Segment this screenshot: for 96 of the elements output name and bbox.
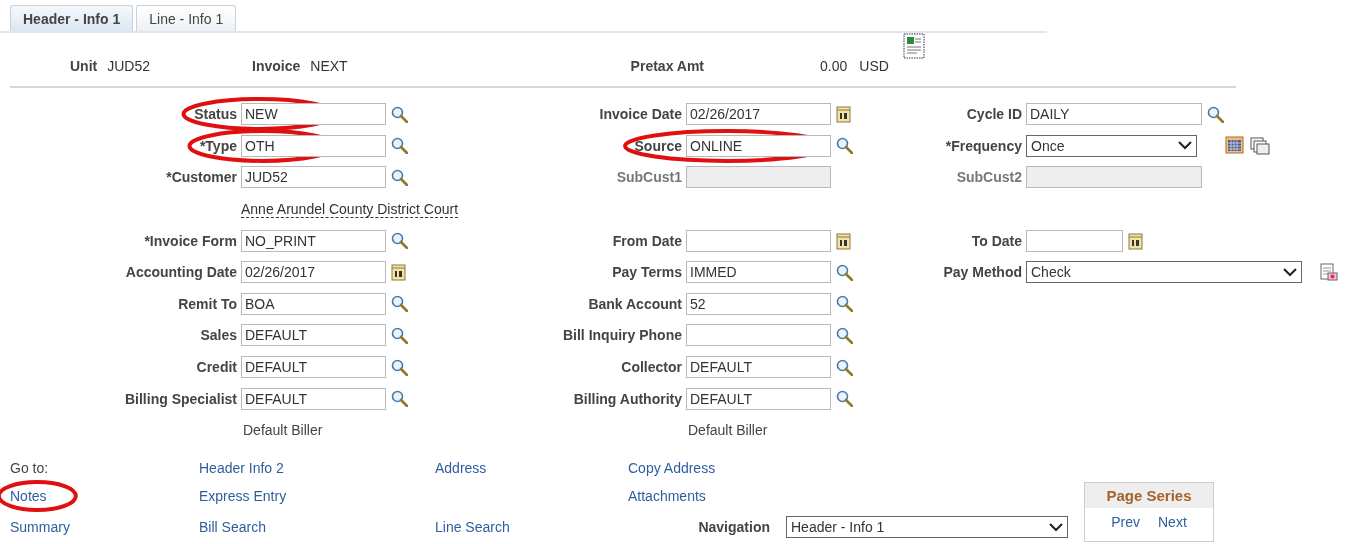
- field-label: Status: [194, 106, 237, 123]
- dropdown[interactable]: Once: [1026, 134, 1197, 157]
- text-field[interactable]: DEFAULT: [241, 387, 386, 410]
- field-label: *Type: [199, 137, 237, 154]
- goto-link[interactable]: Bill Search: [199, 519, 266, 535]
- text-field[interactable]: [686, 324, 831, 347]
- biller-note: Default Biller: [242, 422, 323, 439]
- calendar-icon[interactable]: [391, 263, 407, 282]
- field-label: Remit To: [178, 295, 237, 312]
- calendar-grid-icon[interactable]: [1225, 136, 1245, 156]
- field-label: SubCust1: [616, 169, 682, 186]
- date-field[interactable]: 02/26/2017: [241, 261, 386, 284]
- goto-link[interactable]: Copy Address: [628, 460, 716, 476]
- search-icon[interactable]: [836, 137, 853, 155]
- search-icon[interactable]: [391, 168, 408, 186]
- payment-document-icon[interactable]: [1320, 262, 1338, 282]
- field-label: Credit: [196, 359, 237, 375]
- search-icon[interactable]: [391, 137, 408, 155]
- text-field[interactable]: OTH: [241, 134, 386, 157]
- prev-link[interactable]: Prev: [1111, 514, 1140, 530]
- goto-link[interactable]: Express Entry: [199, 488, 287, 504]
- search-icon[interactable]: [391, 358, 408, 376]
- biller-note: Default Biller: [687, 422, 768, 439]
- navigation-dropdown[interactable]: Header - Info 1: [786, 516, 1068, 538]
- text-field[interactable]: JUD52: [241, 166, 386, 189]
- search-icon[interactable]: [836, 358, 853, 376]
- field-label: From Date: [612, 232, 682, 249]
- copy-icon[interactable]: [1250, 136, 1270, 155]
- pretax-amount: 0.00: [820, 57, 848, 74]
- next-link[interactable]: Next: [1158, 514, 1187, 530]
- search-icon[interactable]: [391, 105, 408, 123]
- field-label: *Invoice Form: [144, 232, 237, 249]
- field-label: To Date: [971, 232, 1022, 249]
- field-label: Billing Authority: [573, 390, 682, 407]
- pretax-label: Pretax Amt: [630, 57, 704, 74]
- search-icon[interactable]: [836, 263, 853, 281]
- currency: USD: [859, 57, 889, 74]
- field-label: Invoice Date: [599, 106, 682, 123]
- unit-label: Unit: [70, 57, 98, 74]
- tab[interactable]: Header - Info 1: [10, 5, 134, 31]
- goto-link[interactable]: Line Search: [435, 519, 510, 535]
- text-field[interactable]: DEFAULT: [241, 356, 386, 378]
- date-field[interactable]: 02/26/2017: [686, 103, 831, 126]
- search-icon[interactable]: [391, 232, 408, 250]
- chevron-down-icon: [1283, 267, 1297, 277]
- field-label: Accounting Date: [125, 264, 237, 281]
- text-field[interactable]: DEFAULT: [241, 324, 386, 347]
- customer-name-link[interactable]: Anne Arundel County District Court: [241, 200, 459, 218]
- field-label: Pay Method: [943, 264, 1022, 281]
- search-icon[interactable]: [1207, 105, 1224, 123]
- field-label: SubCust2: [956, 169, 1022, 186]
- search-icon[interactable]: [391, 390, 408, 408]
- field-label: Sales: [200, 327, 237, 344]
- goto-link[interactable]: Summary: [10, 519, 70, 535]
- invoice-label: Invoice: [252, 57, 301, 74]
- goto-link[interactable]: Attachments: [628, 488, 706, 504]
- goto-label: Go to:: [10, 460, 49, 476]
- text-field[interactable]: NEW: [241, 103, 386, 126]
- search-icon[interactable]: [836, 326, 853, 344]
- unit-value: JUD52: [107, 57, 150, 74]
- calendar-icon[interactable]: [1128, 231, 1144, 250]
- search-icon[interactable]: [836, 390, 853, 408]
- text-field[interactable]: DEFAULT: [686, 356, 831, 378]
- tab[interactable]: Line - Info 1: [136, 5, 237, 31]
- calendar-icon[interactable]: [836, 231, 852, 250]
- search-icon[interactable]: [391, 326, 408, 344]
- text-field[interactable]: ONLINE: [686, 134, 831, 157]
- invoice-document-icon[interactable]: [902, 33, 925, 59]
- search-icon[interactable]: [836, 295, 853, 313]
- goto-link[interactable]: Header Info 2: [199, 460, 284, 476]
- text-field[interactable]: DAILY: [1026, 103, 1202, 126]
- chevron-down-icon: [1178, 141, 1192, 151]
- field-label: Billing Specialist: [124, 390, 237, 407]
- field-label: Source: [634, 137, 682, 154]
- chevron-down-icon: [1049, 522, 1063, 532]
- field-label: Cycle ID: [966, 106, 1022, 123]
- text-field[interactable]: BOA: [241, 292, 386, 315]
- dropdown[interactable]: Check: [1026, 261, 1302, 284]
- field-label: *Frequency: [945, 137, 1022, 154]
- field-label: Pay Terms: [612, 264, 682, 281]
- text-field[interactable]: NO_PRINT: [241, 229, 386, 252]
- text-field[interactable]: IMMED: [686, 261, 831, 284]
- date-field[interactable]: [686, 229, 831, 252]
- text-field[interactable]: 52: [686, 292, 831, 315]
- field-label: Bill Inquiry Phone: [563, 327, 682, 344]
- field-label: Bank Account: [588, 295, 682, 312]
- text-field[interactable]: DEFAULT: [686, 387, 831, 410]
- field-label: *Customer: [166, 169, 237, 186]
- goto-link[interactable]: Address: [435, 460, 487, 476]
- page-series-title: Page Series: [1085, 483, 1213, 508]
- date-field[interactable]: [1026, 229, 1123, 252]
- field-label: Collector: [621, 359, 682, 375]
- calendar-icon[interactable]: [836, 105, 852, 124]
- navigation-label: Navigation: [698, 519, 770, 535]
- search-icon[interactable]: [391, 295, 408, 313]
- invoice-value: NEXT: [310, 57, 348, 74]
